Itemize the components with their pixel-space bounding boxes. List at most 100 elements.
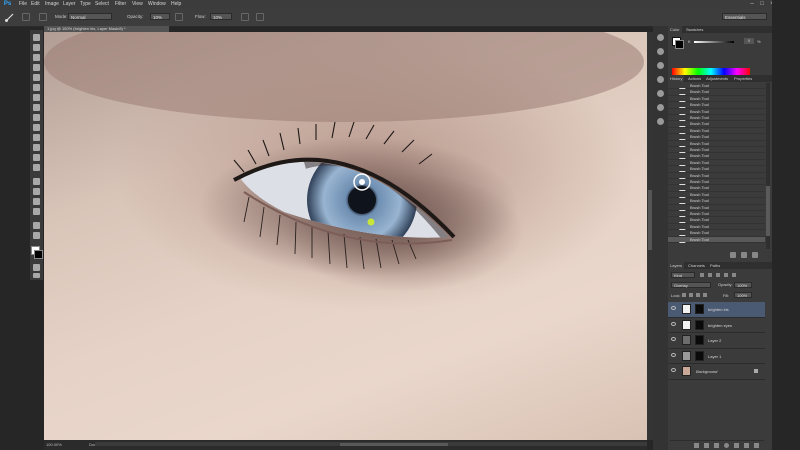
- layer-row[interactable]: Background: [668, 364, 765, 380]
- pen-tool-icon[interactable]: [33, 178, 40, 185]
- tab-properties[interactable]: Properties: [732, 75, 754, 82]
- workspace-select[interactable]: Essentials: [722, 13, 767, 20]
- actions-panel-icon[interactable]: [657, 48, 664, 55]
- k-field[interactable]: 0: [744, 38, 754, 44]
- lasso-tool-icon[interactable]: [33, 54, 40, 61]
- add-mask-icon[interactable]: [714, 443, 719, 448]
- clone-stamp-tool-icon[interactable]: [33, 114, 40, 121]
- fill-field[interactable]: 100%: [734, 292, 752, 298]
- filter-pixel-icon[interactable]: [700, 273, 704, 277]
- gradient-tool-icon[interactable]: [33, 144, 40, 151]
- marquee-tool-icon[interactable]: [33, 44, 40, 51]
- layer-opacity-field[interactable]: 100%: [734, 282, 752, 288]
- new-document-icon[interactable]: [741, 252, 747, 258]
- properties-panel-icon[interactable]: [657, 62, 664, 69]
- menu-edit[interactable]: Edit: [31, 0, 40, 9]
- brush-panel-icon-strip[interactable]: [657, 90, 664, 97]
- lock-transparent-icon[interactable]: [682, 293, 686, 297]
- lock-image-icon[interactable]: [689, 293, 693, 297]
- filter-shape-icon[interactable]: [724, 273, 728, 277]
- airbrush-icon[interactable]: [241, 13, 249, 21]
- layer-style-icon[interactable]: [704, 443, 709, 448]
- type-tool-icon[interactable]: [33, 188, 40, 195]
- horizontal-scroll-thumb[interactable]: [340, 443, 448, 446]
- visibility-eye-icon[interactable]: [671, 337, 676, 341]
- tab-history[interactable]: History: [668, 75, 685, 82]
- tab-color[interactable]: Color: [668, 26, 682, 33]
- maximize-icon[interactable]: □: [758, 1, 766, 8]
- brush-tool-icon[interactable]: [33, 104, 40, 111]
- kind-filter[interactable]: Kind: [671, 272, 695, 278]
- color-spectrum-bar[interactable]: [672, 68, 750, 75]
- character-panel-icon[interactable]: [657, 104, 664, 111]
- mode-select[interactable]: Normal: [68, 13, 112, 20]
- tab-channels[interactable]: Channels: [686, 262, 707, 269]
- eraser-tool-icon[interactable]: [33, 134, 40, 141]
- pressure-size-icon[interactable]: [256, 13, 264, 21]
- lock-all-icon[interactable]: [703, 293, 707, 297]
- layer-mask-thumbnail[interactable]: [695, 350, 704, 361]
- new-group-icon[interactable]: [734, 443, 739, 448]
- visibility-eye-icon[interactable]: [671, 368, 676, 372]
- hand-tool-icon[interactable]: [33, 222, 40, 229]
- trash-icon[interactable]: [752, 252, 758, 258]
- history-brush-tool-icon[interactable]: [33, 124, 40, 131]
- history-panel-icon[interactable]: [657, 34, 664, 41]
- crop-tool-icon[interactable]: [33, 74, 40, 81]
- adjustment-layer-icon[interactable]: [724, 443, 729, 448]
- eyedropper-tool-icon[interactable]: [33, 84, 40, 91]
- paragraph-panel-icon[interactable]: [657, 118, 664, 125]
- brush-preset-icon[interactable]: [4, 12, 16, 22]
- visibility-eye-icon[interactable]: [671, 321, 676, 326]
- flow-field[interactable]: 10%: [210, 13, 232, 20]
- layer-row[interactable]: Layer 1: [668, 349, 765, 364]
- quick-select-tool-icon[interactable]: [33, 64, 40, 71]
- menu-help[interactable]: Help: [171, 0, 181, 9]
- new-snapshot-icon[interactable]: [730, 252, 736, 258]
- tab-swatches[interactable]: Swatches: [684, 26, 705, 33]
- filter-smart-icon[interactable]: [732, 273, 736, 277]
- delete-layer-icon[interactable]: [754, 443, 759, 448]
- brush-panel-icon[interactable]: [39, 13, 47, 21]
- move-tool-icon[interactable]: [33, 34, 40, 41]
- menu-image[interactable]: Image: [45, 0, 59, 9]
- tab-actions[interactable]: Actions: [686, 75, 703, 82]
- filter-type-icon[interactable]: [716, 273, 720, 277]
- opacity-field[interactable]: 10%: [150, 13, 170, 20]
- layer-row[interactable]: brighten iris: [668, 302, 765, 318]
- history-item[interactable]: Brush Tool: [668, 236, 765, 243]
- menu-type[interactable]: Type: [80, 0, 91, 9]
- menu-window[interactable]: Window: [148, 0, 166, 9]
- k-slider[interactable]: [694, 41, 734, 43]
- screen-mode-icon[interactable]: [33, 273, 40, 278]
- new-layer-icon[interactable]: [744, 443, 749, 448]
- tab-paths[interactable]: Paths: [708, 262, 722, 269]
- brush-size-icon[interactable]: [22, 13, 30, 21]
- pressure-opacity-icon[interactable]: [175, 13, 183, 21]
- link-layers-icon[interactable]: [694, 443, 699, 448]
- lock-position-icon[interactable]: [696, 293, 700, 297]
- tab-adjustments[interactable]: Adjustments: [704, 75, 730, 82]
- blur-tool-icon[interactable]: [33, 154, 40, 161]
- layer-mask-thumbnail[interactable]: [695, 319, 704, 330]
- quick-mask-icon[interactable]: [33, 264, 40, 271]
- layer-row[interactable]: brighten eyes: [668, 318, 765, 333]
- document-canvas[interactable]: [44, 32, 647, 440]
- info-panel-icon[interactable]: [657, 76, 664, 83]
- shape-tool-icon[interactable]: [33, 208, 40, 215]
- visibility-eye-icon[interactable]: [671, 306, 676, 310]
- menu-select[interactable]: Select: [95, 0, 109, 9]
- path-select-tool-icon[interactable]: [33, 198, 40, 205]
- zoom-tool-icon[interactable]: [33, 232, 40, 239]
- background-color-swatch[interactable]: [34, 250, 43, 259]
- menu-view[interactable]: View: [132, 0, 143, 9]
- healing-tool-icon[interactable]: [33, 94, 40, 101]
- zoom-level[interactable]: 100.00%: [46, 442, 62, 447]
- visibility-eye-icon[interactable]: [671, 352, 676, 357]
- blend-mode-select[interactable]: Overlay: [671, 282, 711, 288]
- vertical-scroll-thumb[interactable]: [648, 190, 652, 250]
- layer-mask-thumbnail[interactable]: [695, 304, 704, 314]
- color-bg-swatch[interactable]: [675, 40, 684, 49]
- tab-layers[interactable]: Layers: [668, 262, 685, 269]
- layer-row[interactable]: Layer 2: [668, 333, 765, 349]
